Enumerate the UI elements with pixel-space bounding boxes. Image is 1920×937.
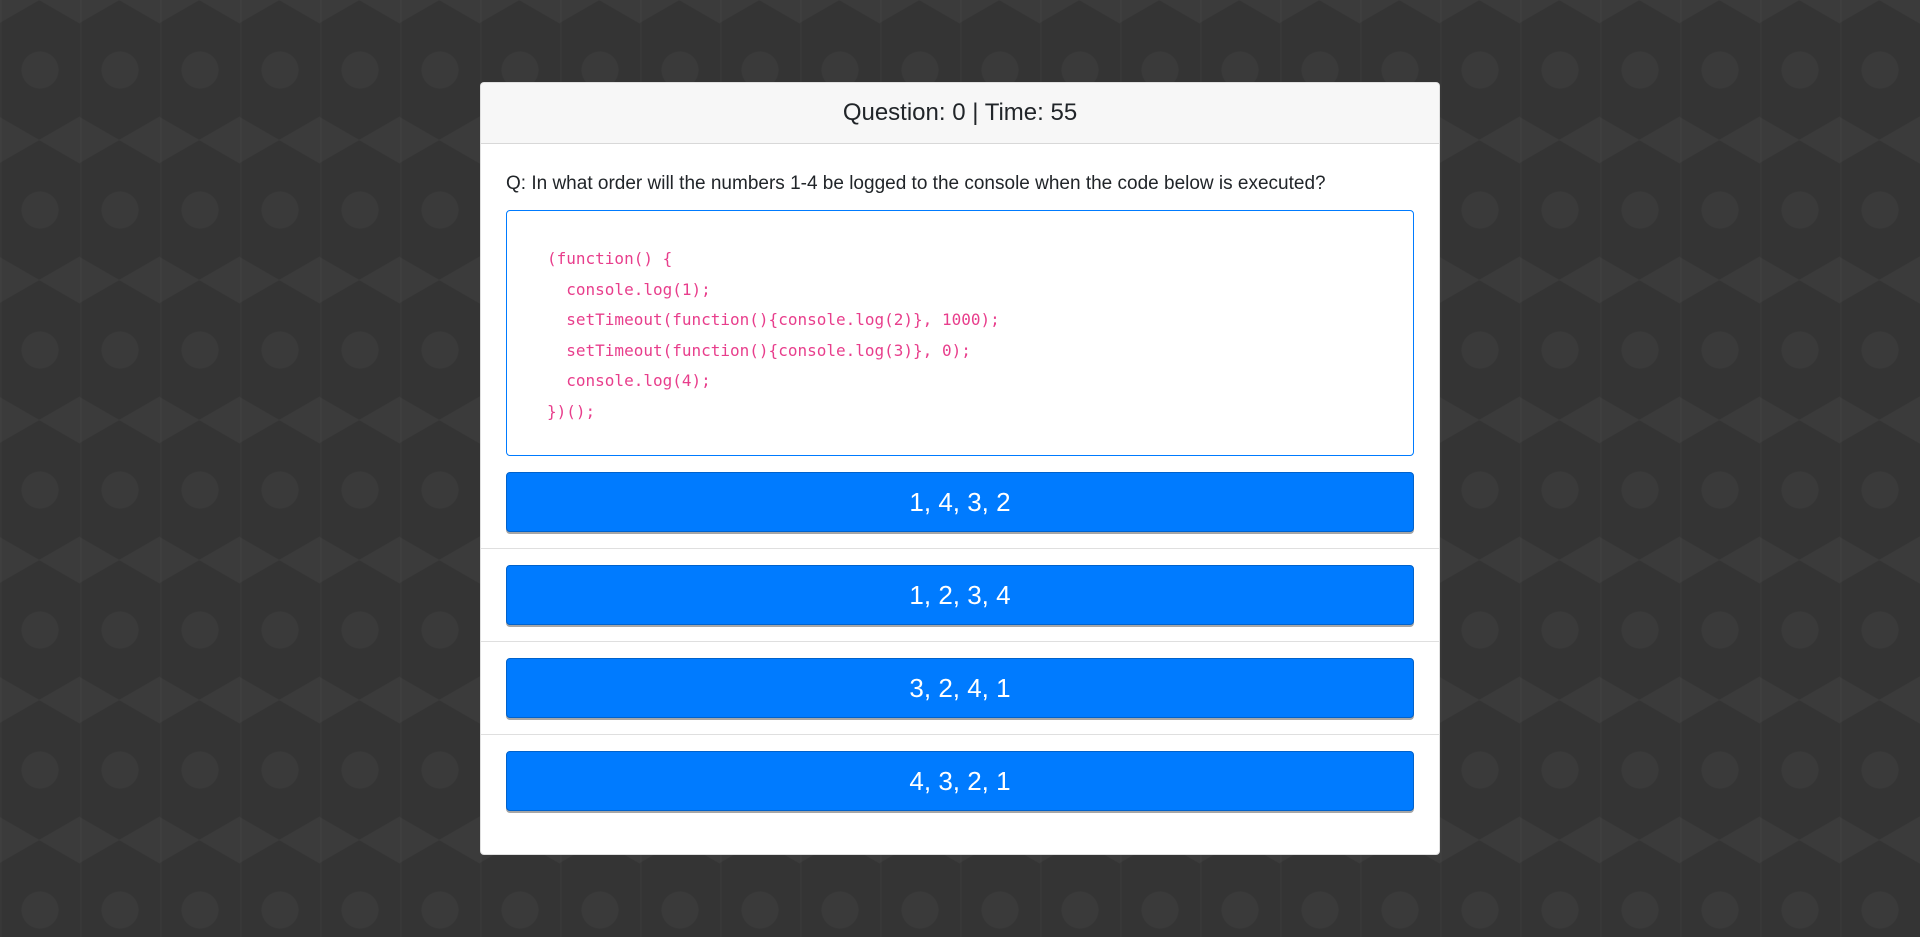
list-item: 4, 3, 2, 1 bbox=[481, 735, 1439, 827]
list-item: 1, 2, 3, 4 bbox=[481, 549, 1439, 642]
list-item: 3, 2, 4, 1 bbox=[481, 642, 1439, 735]
code-snippet-box: (function() { console.log(1); setTimeout… bbox=[506, 210, 1414, 456]
answer-button-2[interactable]: 1, 2, 3, 4 bbox=[506, 565, 1414, 625]
list-item: 1, 4, 3, 2 bbox=[481, 456, 1439, 549]
quiz-card: Question: 0 | Time: 55 Q: In what order … bbox=[480, 82, 1440, 855]
question-time-status: Question: 0 | Time: 55 bbox=[842, 99, 1078, 126]
question-body: Q: In what order will the numbers 1-4 be… bbox=[481, 144, 1439, 456]
quiz-status-header: Question: 0 | Time: 55 bbox=[481, 83, 1439, 144]
answer-button-1[interactable]: 1, 4, 3, 2 bbox=[506, 472, 1414, 532]
question-text: Q: In what order will the numbers 1-4 be… bbox=[506, 173, 1326, 194]
answer-button-3[interactable]: 3, 2, 4, 1 bbox=[506, 658, 1414, 718]
answer-list: 1, 4, 3, 2 1, 2, 3, 4 3, 2, 4, 1 4, 3, 2… bbox=[481, 456, 1439, 827]
answer-button-4[interactable]: 4, 3, 2, 1 bbox=[506, 751, 1414, 811]
code-snippet: (function() { console.log(1); setTimeout… bbox=[547, 249, 1000, 421]
